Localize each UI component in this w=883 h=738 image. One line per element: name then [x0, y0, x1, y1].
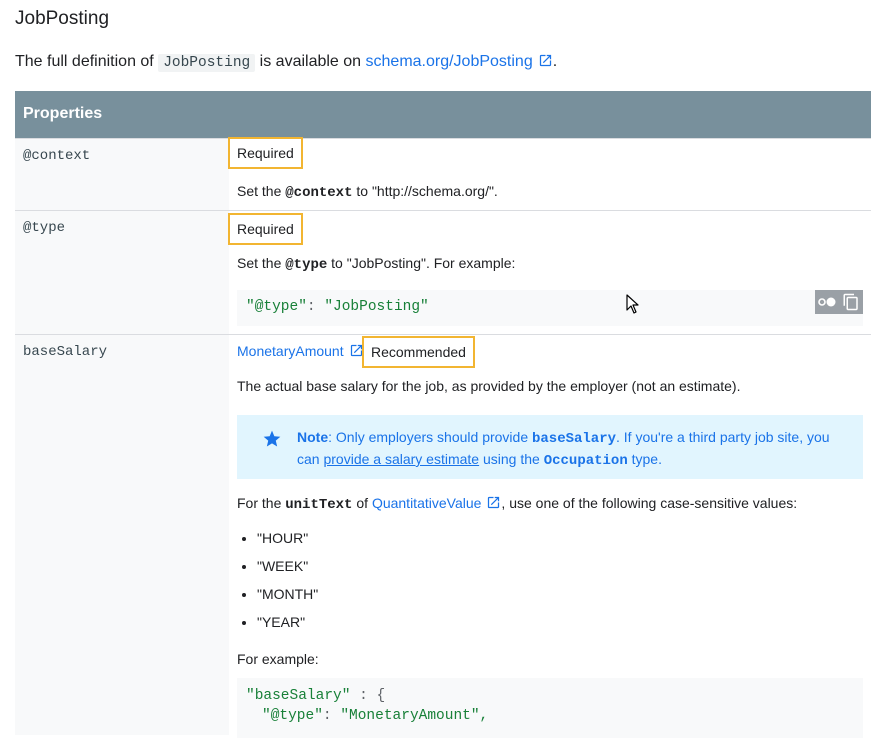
type-link-label: MonetaryAmount	[237, 343, 344, 359]
list-item: "HOUR"	[257, 528, 318, 556]
property-desc-cell: Required Set the @type to "JobPosting". …	[228, 211, 871, 335]
code-sep: :	[322, 708, 341, 724]
property-name: @context	[23, 148, 91, 164]
unit-link-label: QuantitativeValue	[371, 495, 482, 511]
note-label: Note	[297, 429, 329, 445]
desc-pre: Set the	[237, 183, 286, 199]
code-sep: :	[306, 299, 325, 315]
property-desc-cell: Required Set the @context to "http://sch…	[228, 137, 871, 211]
intro-pre: The full definition of	[15, 53, 159, 70]
property-description: Set the @context to "http://schema.org/"…	[237, 183, 498, 201]
property-desc-cell: MonetaryAmount, Recommended The actual b…	[229, 335, 871, 738]
table-row-context: @context Required Set the @context to "h…	[15, 137, 871, 211]
required-badge: Required	[228, 137, 303, 169]
list-item: "WEEK"	[257, 556, 318, 584]
note-code1: baseSalary	[532, 431, 617, 447]
example-label: For example:	[237, 651, 319, 667]
monetaryamount-link[interactable]: MonetaryAmount	[237, 343, 364, 359]
note-text: Note: Only employers should provide base…	[297, 427, 837, 471]
type-line: MonetaryAmount,	[237, 343, 368, 359]
required-badge: Required	[228, 213, 303, 245]
list-item: "YEAR"	[257, 612, 318, 640]
table-row-basesalary: baseSalary MonetaryAmount, Recommended T…	[15, 334, 871, 738]
code-key: "baseSalary"	[246, 688, 351, 704]
code-line: "@type": "MonetaryAmount",	[262, 708, 488, 724]
intro-mid: is available on	[255, 53, 366, 70]
intro-text: The full definition of JobPosting is ava…	[15, 53, 558, 72]
code-key: "@type"	[262, 708, 323, 724]
code-sample: "@type": "JobPosting"	[237, 290, 863, 326]
property-description: The actual base salary for the job, as p…	[237, 378, 741, 394]
table-header: Properties	[15, 91, 871, 138]
open-in-new-icon	[488, 496, 500, 509]
code-line: "baseSalary" : {	[246, 688, 385, 704]
code-value: "MonetaryAmount",	[340, 708, 489, 724]
unit-text-line: For the unitText of QuantitativeValue , u…	[237, 495, 797, 513]
desc-code: @type	[285, 257, 328, 273]
quantitativevalue-link[interactable]: QuantitativeValue	[372, 495, 501, 511]
unit-post: , use one of the following case-sensitiv…	[501, 495, 798, 511]
intro-end: .	[552, 53, 558, 70]
dark-mode-toggle-icon[interactable]	[817, 295, 837, 309]
copy-icon[interactable]	[842, 293, 860, 311]
table-row-type: @type Required Set the @type to "JobPost…	[15, 210, 871, 335]
code-line: "@type": "JobPosting"	[246, 299, 429, 315]
code-key: "@type"	[246, 299, 307, 315]
note-code2: Occupation	[543, 453, 628, 469]
unit-code: unitText	[285, 497, 353, 513]
header-properties: Properties	[23, 105, 103, 122]
desc-code: @context	[285, 185, 353, 201]
star-icon	[263, 430, 281, 447]
desc-pre: Set the	[237, 255, 286, 271]
recommended-badge: Recommended	[362, 336, 475, 368]
note-text4: type.	[627, 451, 662, 467]
note-box: Note: Only employers should provide base…	[237, 415, 863, 479]
open-in-new-icon	[539, 54, 551, 67]
property-name-cell: @type	[15, 211, 229, 335]
code-value: "JobPosting"	[324, 299, 429, 315]
code-sample-basesalary: "baseSalary" : { "@type": "MonetaryAmoun…	[237, 678, 863, 738]
unit-pre: For the	[237, 495, 286, 511]
page-title: JobPosting	[15, 8, 110, 29]
property-name-cell: baseSalary	[15, 335, 229, 735]
list-item: "MONTH"	[257, 584, 318, 612]
note-text1: : Only employers should provide	[328, 429, 532, 445]
schema-link-label: schema.org/JobPosting	[365, 53, 533, 70]
desc-post: to "http://schema.org/".	[352, 183, 498, 199]
intro-code: JobPosting	[158, 54, 256, 72]
unit-values-list: "HOUR" "WEEK" "MONTH" "YEAR"	[237, 528, 318, 640]
property-name: @type	[23, 220, 66, 236]
salary-estimate-link[interactable]: provide a salary estimate	[323, 451, 479, 467]
schema-jobposting-link[interactable]: schema.org/JobPosting	[366, 53, 553, 70]
note-text3: using the	[479, 451, 544, 467]
properties-table: Properties @context Required Set the @co…	[15, 91, 871, 738]
desc-post: to "JobPosting". For example:	[327, 255, 516, 271]
property-name-cell: @context	[15, 139, 229, 211]
mouse-cursor-icon	[626, 294, 639, 314]
property-description: Set the @type to "JobPosting". For examp…	[237, 255, 515, 273]
code-actions	[815, 290, 863, 314]
unit-mid: of	[352, 495, 372, 511]
code-rest: : {	[350, 688, 386, 704]
property-name: baseSalary	[23, 344, 108, 360]
